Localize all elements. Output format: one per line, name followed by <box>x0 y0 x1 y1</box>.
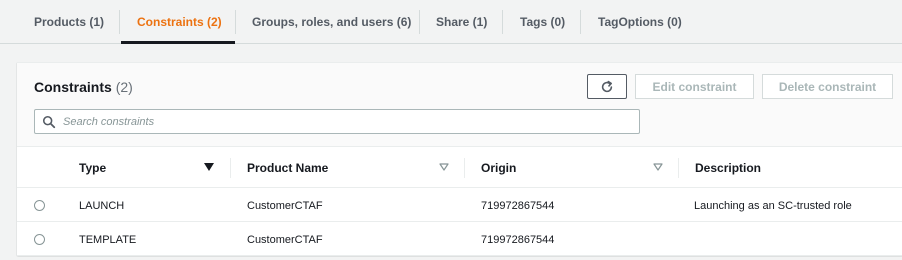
edit-constraint-button[interactable]: Edit constraint <box>635 74 754 99</box>
row-select-radio[interactable] <box>34 234 45 245</box>
table-row[interactable]: TEMPLATE CustomerCTAF 719972867544 <box>17 223 902 256</box>
tab-tags[interactable]: Tags (0) <box>520 0 565 44</box>
table-header: Type Product Name Origin Description <box>17 148 902 188</box>
tab-groups-roles-users[interactable]: Groups, roles, and users (6) <box>252 0 411 44</box>
caret-down-outline-icon[interactable] <box>653 163 663 171</box>
column-header-product-name[interactable]: Product Name <box>247 148 328 188</box>
tab-constraints[interactable]: Constraints (2) <box>137 0 222 44</box>
delete-constraint-button[interactable]: Delete constraint <box>762 74 893 99</box>
column-divider <box>464 158 465 178</box>
search-input[interactable] <box>63 112 633 131</box>
panel-header: Constraints (2) Edit constraint Delete c… <box>17 63 902 147</box>
tab-products[interactable]: Products (1) <box>34 0 104 44</box>
search-box <box>34 109 640 134</box>
column-header-origin[interactable]: Origin <box>481 148 516 188</box>
cell-product-name: CustomerCTAF <box>247 199 323 212</box>
tab-share[interactable]: Share (1) <box>436 0 487 44</box>
search-icon <box>42 115 56 129</box>
row-select-radio[interactable] <box>34 200 45 211</box>
column-header-description: Description <box>695 161 762 175</box>
panel-title-text: Constraints <box>34 79 112 95</box>
tab-tagoptions[interactable]: TagOptions (0) <box>598 0 682 44</box>
table-row[interactable]: LAUNCH CustomerCTAF 719972867544 Launchi… <box>17 189 902 222</box>
caret-down-filled-icon[interactable] <box>204 163 214 171</box>
cell-origin: 719972867544 <box>481 199 555 212</box>
panel-count: (2) <box>115 79 133 95</box>
tab-divider <box>502 10 503 34</box>
tab-bar: Products (1) Constraints (2) Groups, rol… <box>0 0 902 44</box>
refresh-button[interactable] <box>587 74 627 99</box>
tab-divider <box>580 10 581 34</box>
cell-type: TEMPLATE <box>79 233 137 246</box>
cell-type: LAUNCH <box>79 199 125 212</box>
cell-product-name: CustomerCTAF <box>247 233 323 246</box>
column-divider <box>678 158 679 178</box>
tab-divider <box>419 10 420 34</box>
tab-divider <box>235 10 236 34</box>
cell-description: Launching as an SC-trusted role <box>694 199 852 212</box>
cell-origin: 719972867544 <box>481 233 555 246</box>
refresh-icon <box>601 80 613 92</box>
column-divider <box>230 158 231 178</box>
tab-divider <box>119 10 120 34</box>
constraints-panel: Constraints (2) Edit constraint Delete c… <box>17 62 902 256</box>
caret-down-outline-icon[interactable] <box>439 163 449 171</box>
active-tab-indicator <box>121 41 235 44</box>
panel-title: Constraints (2) <box>34 79 133 95</box>
column-header-type[interactable]: Type <box>79 148 106 188</box>
